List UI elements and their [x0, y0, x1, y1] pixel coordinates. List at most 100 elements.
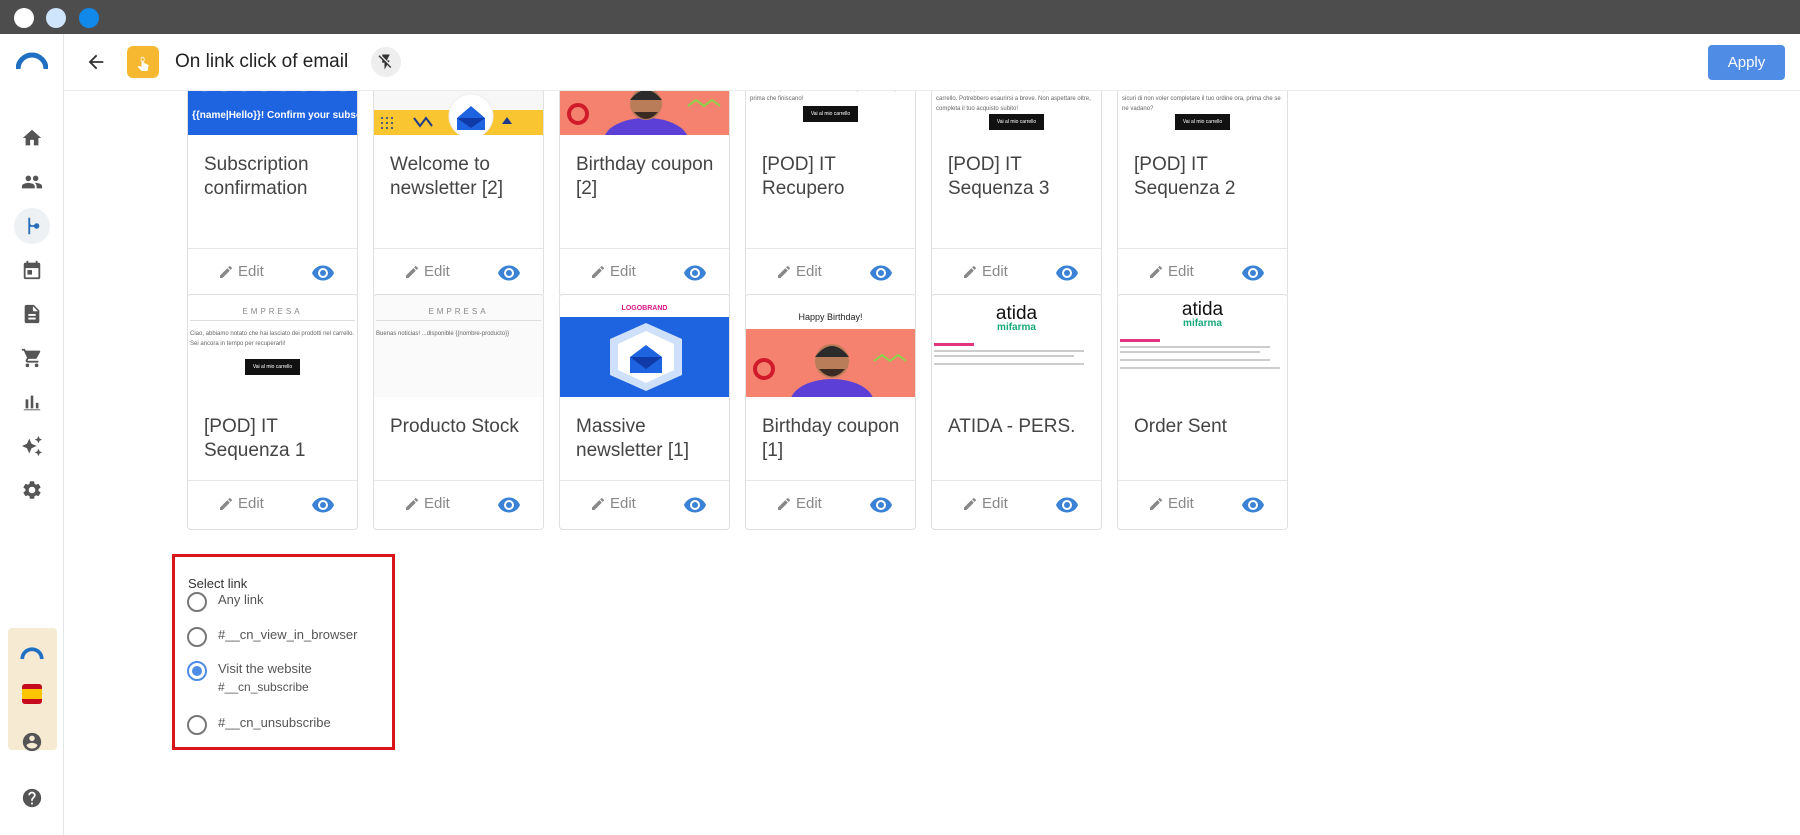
template-thumbnail: {{name|Hello}}! Confirm your subscr... Y… [188, 91, 357, 135]
page-title: On link click of email [175, 51, 349, 72]
radio-button-selected[interactable] [187, 661, 207, 681]
pencil-icon [592, 497, 605, 510]
radio-button[interactable] [187, 627, 207, 647]
preview-button[interactable] [311, 493, 335, 517]
template-card[interactable]: atida mifarma ATIDA - PERS. Edit [931, 294, 1102, 530]
link-option-label: #__cn_view_in_browser [218, 627, 358, 642]
template-card[interactable]: EMPRESA Ciao, abbiamo notato che hai las… [187, 294, 358, 530]
preview-button[interactable] [497, 261, 521, 285]
link-option-visit-website[interactable]: Visit the website #__cn_subscribe [187, 661, 312, 696]
preview-button[interactable] [1241, 261, 1265, 285]
template-title: Welcome to newsletter [2] [390, 154, 503, 199]
trigger-badge [127, 46, 159, 78]
reports-icon[interactable] [14, 384, 50, 420]
edit-button[interactable]: Edit [1148, 495, 1194, 512]
pencil-icon [964, 497, 977, 510]
edit-button[interactable]: Edit [962, 263, 1008, 280]
preview-button[interactable] [1055, 261, 1079, 285]
edit-button[interactable]: Edit [218, 495, 264, 512]
radio-button[interactable] [187, 592, 207, 612]
ai-sparkle-icon[interactable] [14, 428, 50, 464]
preview-button[interactable] [497, 493, 521, 517]
flash-off-button[interactable] [371, 47, 401, 77]
edit-button[interactable]: Edit [590, 495, 636, 512]
template-card[interactable]: EMPRESA Buenas noticias! ...disponible {… [373, 294, 544, 530]
newsletter-envelope-illustration [560, 317, 729, 397]
window-maximize-button[interactable] [79, 8, 99, 28]
preview-button[interactable] [869, 493, 893, 517]
link-option-label: #__cn_unsubscribe [218, 715, 331, 730]
card-actions: Edit [560, 248, 729, 297]
preview-button[interactable] [1055, 493, 1079, 517]
template-thumbnail: Sai! I tuoi prodotti ti aspettano ancora… [1118, 91, 1287, 135]
template-thumbnail: EMPRESA Buenas noticias! ...disponible {… [374, 295, 543, 397]
template-thumbnail [560, 91, 729, 135]
template-thumbnail: Sai! Ecco i prodotti del tuo carrello. C… [746, 91, 915, 135]
home-icon[interactable] [14, 120, 50, 156]
pencil-icon [778, 497, 791, 510]
template-title: Producto Stock [390, 416, 519, 437]
edit-button[interactable]: Edit [776, 495, 822, 512]
template-card[interactable]: Birthday coupon [2] Edit [559, 91, 730, 298]
brand-logo-icon [20, 647, 44, 660]
back-button[interactable] [82, 48, 110, 76]
window-titlebar [0, 0, 1800, 34]
template-thumbnail: Happy Birthday! [746, 295, 915, 397]
link-option-sublabel: #__cn_subscribe [218, 680, 309, 694]
main-content: {{name|Hello}}! Confirm your subscr... Y… [64, 91, 1800, 835]
link-option-label: Any link [218, 592, 264, 607]
settings-icon[interactable] [14, 472, 50, 508]
template-card[interactable]: {{name|Hello}}! Confirm your subscr... Y… [187, 91, 358, 298]
touch-click-icon [137, 56, 149, 71]
template-card[interactable]: Sai! I tuoi prodotti ti aspettano ancora… [1117, 91, 1288, 298]
eye-icon [1056, 497, 1078, 513]
template-card[interactable]: Welcome to newsletter [2] Edit [373, 91, 544, 298]
brand-logo-icon[interactable] [16, 52, 48, 70]
edit-button[interactable]: Edit [962, 495, 1008, 512]
edit-button[interactable]: Edit [404, 263, 450, 280]
template-title: [POD] IT Sequenza 2 [1134, 154, 1236, 199]
template-title: ATIDA - PERS. [948, 416, 1076, 437]
preview-button[interactable] [683, 261, 707, 285]
template-card[interactable]: Sai! Ecco i prodotti del tuo carrello. C… [745, 91, 916, 298]
template-card[interactable]: LOGOBRAND Massive newsletter [1] Edit [559, 294, 730, 530]
contacts-icon[interactable] [14, 164, 50, 200]
preview-button[interactable] [311, 261, 335, 285]
preview-button[interactable] [1241, 493, 1265, 517]
card-actions: Edit [1118, 480, 1287, 529]
card-actions: Edit [560, 480, 729, 529]
pencil-icon [592, 265, 605, 278]
window-minimize-button[interactable] [46, 8, 66, 28]
card-actions: Edit [188, 480, 357, 529]
radio-button[interactable] [187, 715, 207, 735]
edit-button[interactable]: Edit [1148, 263, 1194, 280]
link-option-view-in-browser[interactable]: #__cn_view_in_browser [187, 627, 357, 647]
edit-button[interactable]: Edit [404, 495, 450, 512]
apply-button[interactable]: Apply [1708, 45, 1785, 80]
template-thumbnail [374, 91, 543, 135]
eye-icon [684, 497, 706, 513]
cart-icon[interactable] [14, 340, 50, 376]
account-icon[interactable] [14, 724, 50, 760]
sidebar [0, 34, 64, 835]
link-option-any[interactable]: Any link [187, 592, 264, 612]
template-card[interactable]: atida mifarma Order Sent Edit [1117, 294, 1288, 530]
templates-icon[interactable] [14, 296, 50, 332]
template-card[interactable]: Happy Birthday! Birthday coupon [1] Edit [745, 294, 916, 530]
preview-button[interactable] [869, 261, 893, 285]
edit-button[interactable]: Edit [218, 263, 264, 280]
eye-icon [312, 497, 334, 513]
link-option-unsubscribe[interactable]: #__cn_unsubscribe [187, 715, 331, 735]
template-title: Subscription confirmation [204, 154, 309, 199]
window-close-button[interactable] [14, 8, 34, 28]
edit-button[interactable]: Edit [776, 263, 822, 280]
preview-button[interactable] [683, 493, 707, 517]
help-icon[interactable] [14, 780, 50, 816]
eye-icon [870, 265, 892, 281]
card-actions: Edit [932, 248, 1101, 297]
template-card[interactable]: Sai! Ultima opportunità per recuperare i… [931, 91, 1102, 298]
calendar-icon[interactable] [14, 252, 50, 288]
edit-button[interactable]: Edit [590, 263, 636, 280]
pencil-icon [220, 497, 233, 510]
automation-icon[interactable] [14, 208, 50, 244]
